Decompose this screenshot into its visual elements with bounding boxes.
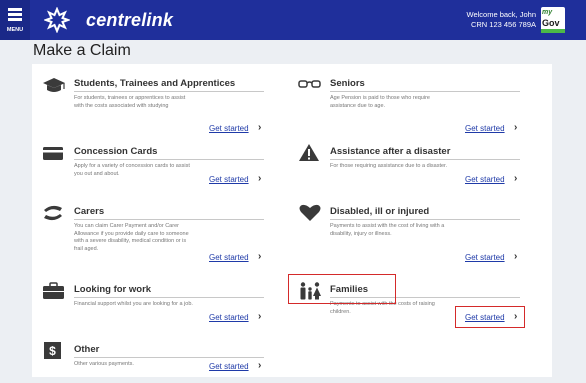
carer-icon <box>44 205 62 221</box>
claim-students: Students, Trainees and Apprentices For s… <box>42 76 277 136</box>
get-started-link[interactable]: Get started <box>209 175 249 184</box>
divider <box>330 91 520 92</box>
get-started-link[interactable]: Get started <box>465 124 505 133</box>
claim-looking-for-work: Looking for work Financial support whils… <box>42 282 277 328</box>
top-bar: MENU centrelink Welcome back, John CRN 1… <box>0 0 586 40</box>
claim-title: Students, Trainees and Apprentices <box>74 78 236 89</box>
claim-disaster: Assistance after a disaster For those re… <box>298 144 533 188</box>
welcome-line: Welcome back, John <box>466 10 536 19</box>
claim-title: Carers <box>74 206 105 217</box>
divider <box>74 357 264 358</box>
mygov-logo[interactable]: my Gov <box>541 7 565 33</box>
mygov-logo-bottom: Gov <box>542 18 560 28</box>
centrelink-logo-icon <box>44 7 70 33</box>
families-highlight-box <box>288 274 396 304</box>
welcome-info: Welcome back, John CRN 123 456 789A <box>467 10 536 30</box>
menu-label: MENU <box>6 27 24 33</box>
svg-text:$: $ <box>49 344 56 358</box>
mygov-logo-bar <box>541 29 565 33</box>
claim-description: Payments to assist with the cost of livi… <box>330 223 445 237</box>
claim-title: Looking for work <box>74 284 152 295</box>
menu-button[interactable]: MENU <box>0 0 30 40</box>
divider <box>74 159 264 160</box>
card-icon <box>43 147 63 160</box>
chevron-right-icon[interactable]: › <box>258 174 261 184</box>
crn-line: CRN 123 456 789A <box>470 20 536 29</box>
claim-description: For those requiring assistance due to a … <box>330 163 448 169</box>
families-get-started-highlight-box <box>455 306 525 328</box>
chevron-right-icon[interactable]: › <box>258 252 261 262</box>
claim-description: Age Pension is paid to those who require… <box>330 95 430 109</box>
graduation-cap-icon <box>43 78 65 92</box>
divider <box>74 219 264 220</box>
chevron-right-icon[interactable]: › <box>514 174 517 184</box>
claim-other: $ Other Other various payments. Get star… <box>42 342 277 374</box>
get-started-link[interactable]: Get started <box>465 253 505 262</box>
chevron-right-icon[interactable]: › <box>258 312 261 322</box>
chevron-right-icon[interactable]: › <box>258 123 261 133</box>
chevron-right-icon[interactable]: › <box>514 252 517 262</box>
divider <box>74 91 264 92</box>
claim-description: Other various payments. <box>74 361 134 367</box>
claim-title: Other <box>74 344 100 355</box>
divider <box>74 297 264 298</box>
claim-title: Assistance after a disaster <box>330 146 451 157</box>
claim-carers: Carers You can claim Carer Payment and/o… <box>42 204 277 266</box>
get-started-link[interactable]: Get started <box>209 124 249 133</box>
get-started-link[interactable]: Get started <box>209 313 249 322</box>
claim-disabled: Disabled, ill or injured Payments to ass… <box>298 204 533 266</box>
glasses-icon <box>298 80 321 88</box>
get-started-link[interactable]: Get started <box>209 362 249 371</box>
mygov-logo-top: my <box>542 9 553 16</box>
claim-title: Disabled, ill or injured <box>330 206 430 217</box>
dollar-icon: $ <box>44 342 61 359</box>
claim-seniors: Seniors Age Pension is paid to those who… <box>298 76 533 136</box>
get-started-link[interactable]: Get started <box>209 253 249 262</box>
briefcase-icon <box>43 282 64 299</box>
claims-panel: Students, Trainees and Apprentices For s… <box>32 64 552 377</box>
claim-description: Financial support whilst you are looking… <box>74 301 193 307</box>
heart-icon <box>299 204 321 221</box>
chevron-right-icon[interactable]: › <box>514 123 517 133</box>
page-title: Make a Claim <box>33 42 131 59</box>
hamburger-icon <box>8 8 22 21</box>
divider <box>330 219 520 220</box>
claim-concession-cards: Concession Cards Apply for a variety of … <box>42 144 277 188</box>
claim-title: Seniors <box>330 78 365 89</box>
divider <box>330 159 520 160</box>
warning-icon <box>299 144 319 161</box>
centrelink-logo-text[interactable]: centrelink <box>86 10 173 31</box>
get-started-link[interactable]: Get started <box>465 175 505 184</box>
claim-description: You can claim Carer Payment and/or Carer… <box>74 223 189 252</box>
claim-description: Apply for a variety of concession cards … <box>74 163 190 177</box>
chevron-right-icon[interactable]: › <box>258 361 261 371</box>
claim-title: Concession Cards <box>74 146 158 157</box>
claim-description: For students, trainees or apprentices to… <box>74 95 186 109</box>
